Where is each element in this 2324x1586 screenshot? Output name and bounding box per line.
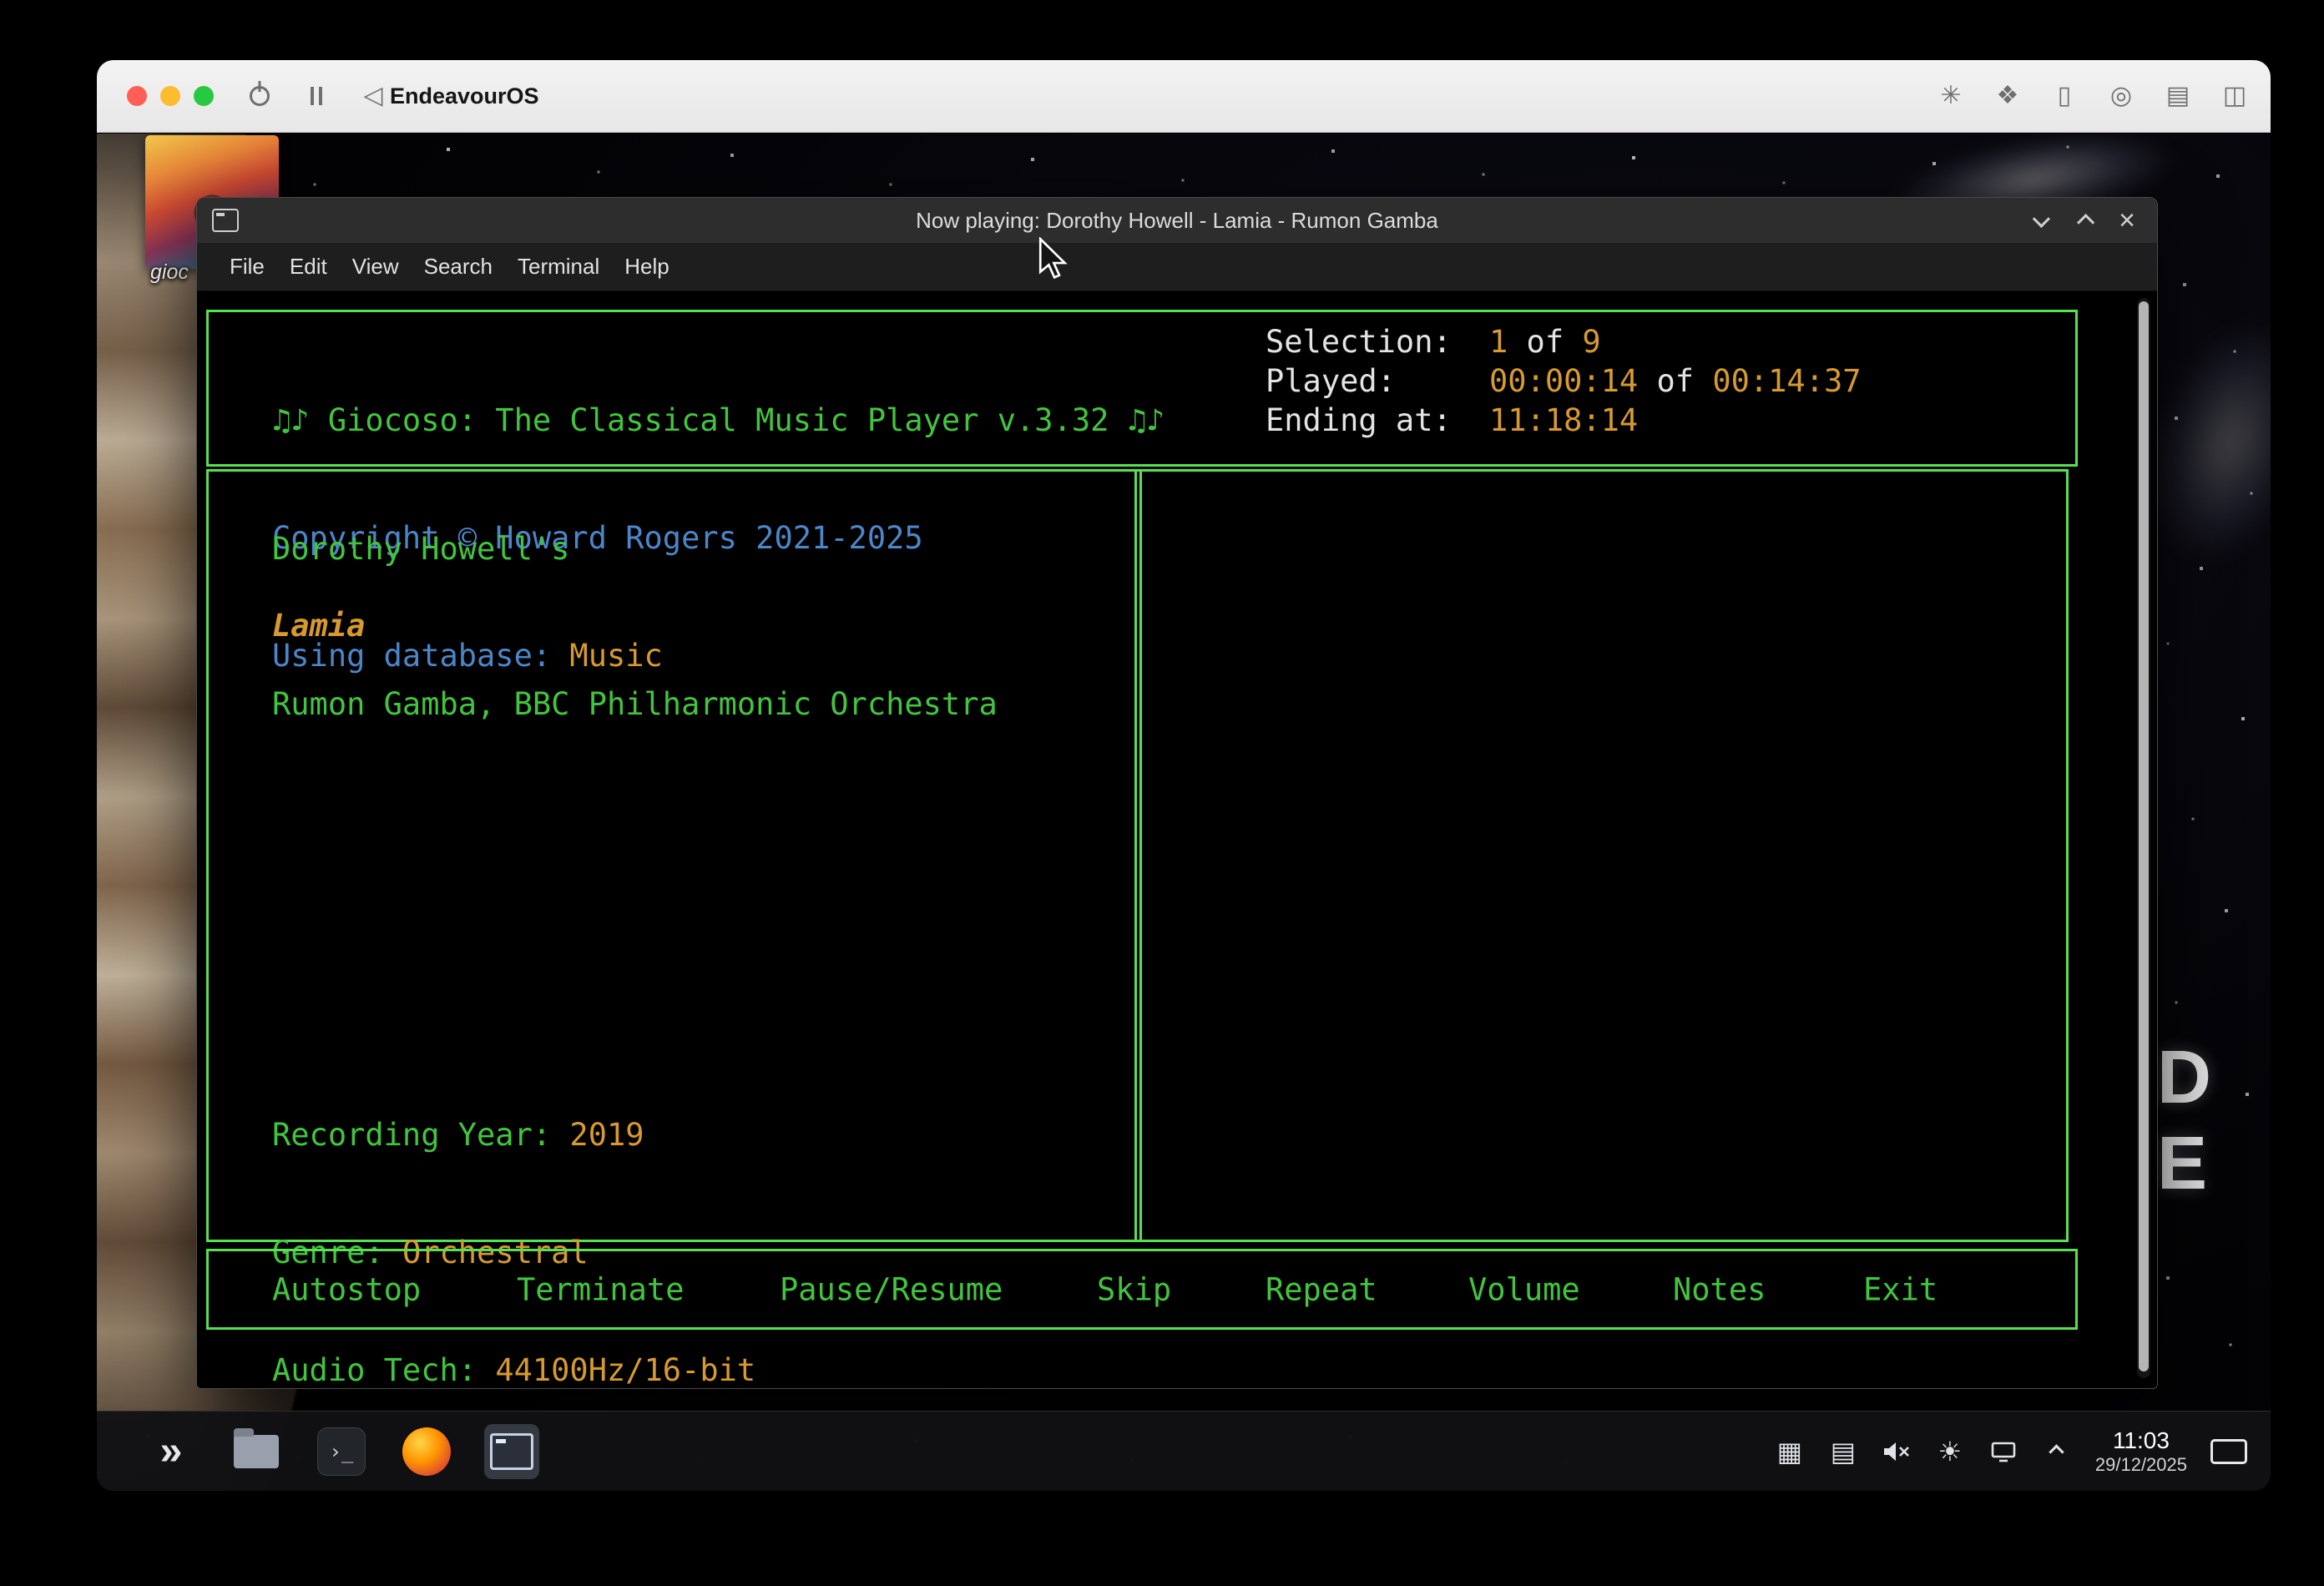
xterm-taskbar-icon[interactable]: [484, 1424, 539, 1479]
traffic-minimize-button[interactable]: [160, 86, 180, 106]
recording-year-value: 2019: [569, 1117, 644, 1153]
taskbar: » ›_ ▦ ▤ ☀: [97, 1411, 2271, 1491]
clock[interactable]: 11:03 29/12/2025: [2095, 1427, 2187, 1475]
tray-expand-icon[interactable]: [2042, 1447, 2072, 1457]
menu-edit[interactable]: Edit: [277, 254, 340, 280]
menu-file[interactable]: File: [217, 254, 277, 280]
terminal-launcher-icon[interactable]: ›_: [314, 1424, 369, 1479]
terminal-screen[interactable]: ♫♪ Giocoso: The Classical Music Player v…: [197, 291, 2157, 1388]
now-playing-box: Dorothy Howell's Lamia Rumon Gamba, BBC …: [206, 469, 1142, 1242]
traffic-zoom-button[interactable]: [194, 86, 214, 106]
clock-time: 11:03: [2113, 1427, 2170, 1454]
launcher-icon[interactable]: »: [144, 1424, 199, 1479]
traffic-close-button[interactable]: [127, 86, 147, 106]
played-value: 00:00:14 of 00:14:37: [1489, 361, 1862, 401]
share-icon[interactable]: ▤: [2164, 83, 2192, 109]
performers: Rumon Gamba, BBC Philharmonic Orchestra: [272, 684, 998, 724]
shortcut-label: gioc: [150, 260, 189, 285]
power-icon[interactable]: [245, 86, 274, 106]
menu-view[interactable]: View: [340, 254, 412, 280]
show-desktop-icon[interactable]: [2210, 1439, 2247, 1464]
recording-year-label: Recording Year:: [272, 1117, 569, 1153]
ending-value: 11:18:14: [1489, 401, 1862, 440]
display-icon[interactable]: ◫: [2220, 83, 2249, 109]
clock-date: 29/12/2025: [2095, 1454, 2187, 1475]
back-icon[interactable]: ◁: [359, 83, 387, 109]
control-exit[interactable]: Exit: [1863, 1270, 1938, 1309]
terminal-title: Now playing: Dorothy Howell - Lamia - Ru…: [197, 198, 2157, 243]
terminal-menubar: File Edit View Search Terminal Help: [197, 243, 2157, 291]
terminal-window: Now playing: Dorothy Howell - Lamia - Ru…: [196, 197, 2158, 1389]
network-icon[interactable]: [1988, 1439, 2018, 1464]
usb-icon[interactable]: ▯: [2050, 83, 2079, 109]
vm-window: ◁ EndeavourOS ✳ ❖ ▯ ◎ ▤ ◫ D E gioc: [97, 60, 2271, 1491]
macos-titlebar[interactable]: ◁ EndeavourOS ✳ ❖ ▯ ◎ ▤ ◫: [97, 60, 2271, 133]
pause-icon[interactable]: [302, 87, 331, 105]
wallpaper-text: D E: [2157, 1035, 2271, 1207]
control-autostop[interactable]: Autostop: [272, 1270, 421, 1309]
audio-tech-value: 44100Hz/16-bit: [495, 1352, 755, 1388]
file-manager-icon[interactable]: [229, 1424, 284, 1479]
played-label: Played:: [1266, 361, 1489, 401]
control-pause-resume[interactable]: Pause/Resume: [780, 1270, 1003, 1309]
vm-window-title: EndeavourOS: [390, 60, 539, 133]
resize-icon[interactable]: ❖: [1993, 83, 2022, 109]
menu-terminal[interactable]: Terminal: [505, 254, 612, 280]
control-notes[interactable]: Notes: [1673, 1270, 1766, 1309]
maximize-icon[interactable]: [2077, 214, 2094, 231]
menu-help[interactable]: Help: [612, 254, 681, 280]
app-title: ♫♪ Giocoso: The Classical Music Player v…: [272, 401, 1165, 440]
controls-bar: Autostop Terminate Pause/Resume Skip Rep…: [206, 1249, 2078, 1330]
close-icon[interactable]: ×: [2119, 206, 2135, 235]
starfield: [97, 134, 99, 135]
capture-icon[interactable]: ✳: [1937, 83, 1965, 109]
menu-search[interactable]: Search: [412, 254, 505, 280]
clipboard-icon[interactable]: ▤: [1828, 1438, 1858, 1465]
artwork-box: [1134, 469, 2069, 1242]
ending-label: Ending at:: [1266, 401, 1489, 440]
work-title: Lamia: [272, 606, 365, 645]
drive-icon[interactable]: ◎: [2107, 83, 2135, 109]
volume-muted-icon[interactable]: [1882, 1439, 1912, 1464]
scrollbar-thumb[interactable]: [2139, 301, 2149, 1371]
app-grid-icon[interactable]: ▦: [1775, 1438, 1805, 1465]
control-volume[interactable]: Volume: [1468, 1270, 1580, 1309]
mouse-cursor: [1037, 237, 1070, 282]
screen: ◁ EndeavourOS ✳ ❖ ▯ ◎ ▤ ◫ D E gioc: [0, 0, 2324, 1586]
composer: Dorothy Howell's: [272, 529, 569, 568]
firefox-icon[interactable]: [399, 1424, 454, 1479]
control-repeat[interactable]: Repeat: [1266, 1270, 1377, 1309]
selection-label: Selection:: [1266, 322, 1489, 361]
control-skip[interactable]: Skip: [1097, 1270, 1171, 1309]
header-box: ♫♪ Giocoso: The Classical Music Player v…: [206, 310, 2078, 467]
brightness-icon[interactable]: ☀: [1935, 1438, 1965, 1465]
terminal-titlebar[interactable]: Now playing: Dorothy Howell - Lamia - Ru…: [197, 198, 2157, 243]
desktop[interactable]: D E gioc Now playing: Dorothy Howell - L…: [97, 134, 2271, 1491]
selection-value: 1 of 9: [1489, 322, 1862, 361]
terminal-scrollbar[interactable]: [2137, 298, 2150, 1378]
control-terminate[interactable]: Terminate: [517, 1270, 684, 1309]
